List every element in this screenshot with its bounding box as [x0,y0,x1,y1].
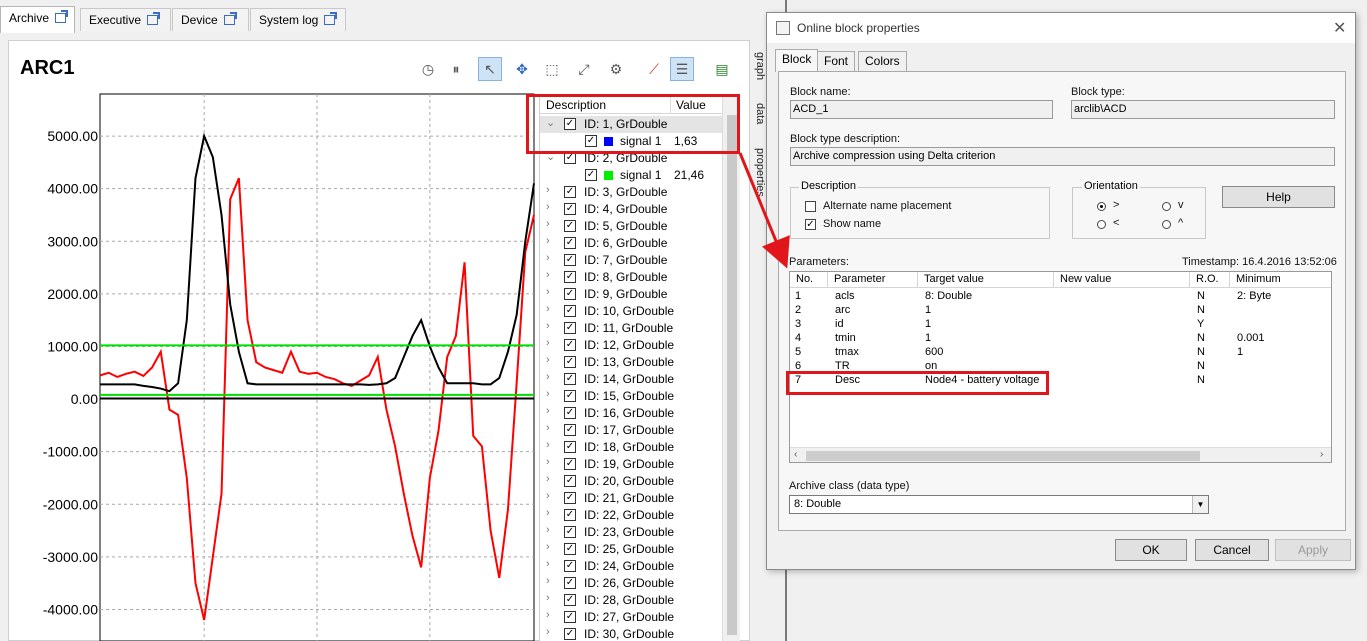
annotation-arrow [738,152,790,269]
